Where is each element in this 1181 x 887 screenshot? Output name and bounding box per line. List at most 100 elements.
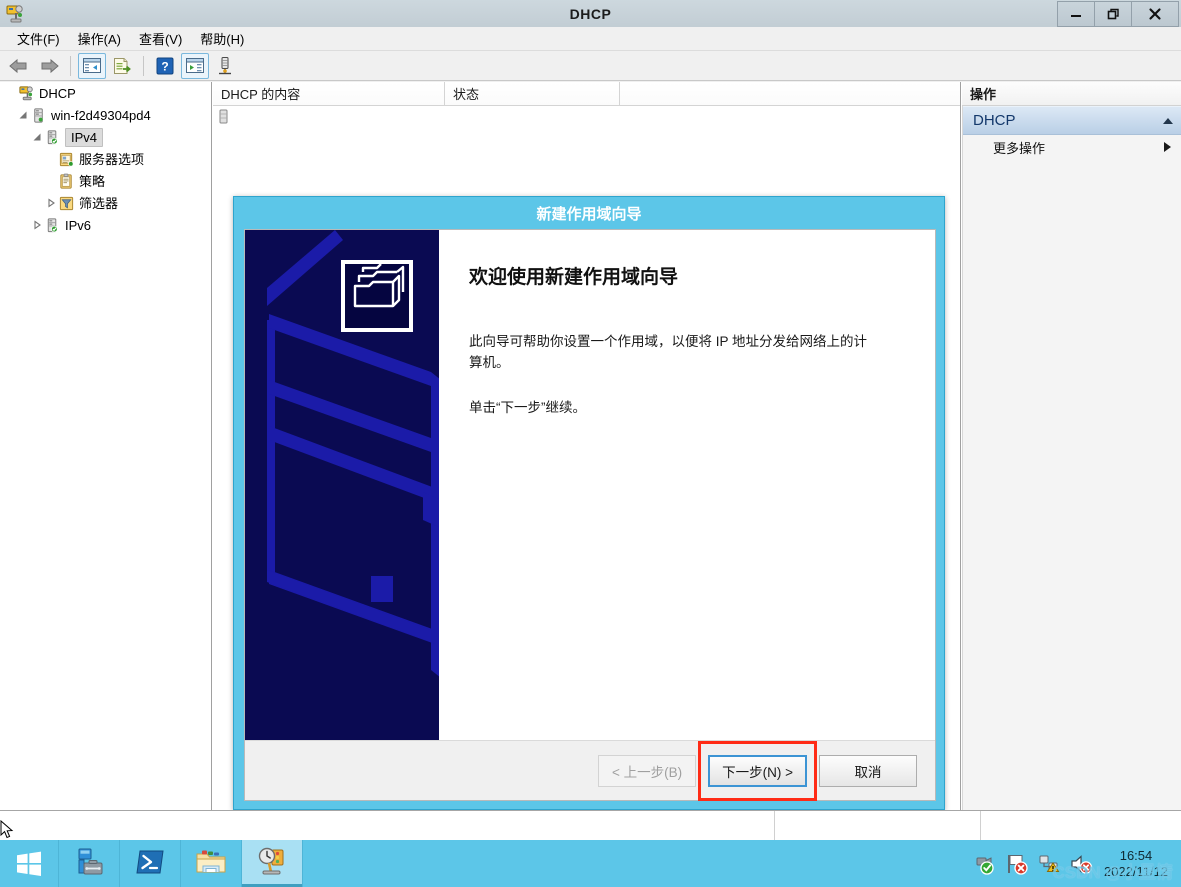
taskbar-clock[interactable]: 16:54 2022/11/12 (1097, 848, 1175, 880)
tree-node-label: DHCP (39, 85, 76, 101)
close-button[interactable] (1131, 1, 1179, 27)
server-options-icon (58, 151, 75, 168)
menu-bar: 文件(F) 操作(A) 查看(V) 帮助(H) (0, 27, 1181, 51)
toolbar: ? (0, 51, 1181, 81)
svg-text:?: ? (161, 59, 168, 73)
caret-right-icon (1164, 142, 1171, 152)
tree-node-server-options[interactable]: 服务器选项 (0, 148, 211, 170)
tree-arrow-expanded[interactable] (16, 108, 30, 122)
window-title: DHCP (569, 5, 612, 22)
caret-up-icon[interactable] (1163, 117, 1173, 124)
column-header-status[interactable]: 状态 (445, 82, 620, 105)
tree-arrow-expanded[interactable] (30, 130, 44, 144)
toolbar-separator-2 (143, 55, 144, 76)
taskbar-server-manager[interactable] (59, 840, 120, 887)
network-ok-icon[interactable] (972, 851, 998, 877)
tree-arrow-collapsed[interactable] (44, 196, 58, 210)
list-column-header: DHCP 的内容 状态 (213, 82, 960, 106)
network-warning-icon[interactable] (1036, 851, 1062, 877)
actions-group-dhcp[interactable]: DHCP (963, 106, 1181, 135)
dhcp-taskbar-icon (255, 846, 289, 881)
status-pane-two (775, 811, 981, 840)
tree-node-label: 筛选器 (79, 195, 119, 211)
back-button[interactable]: < 上一步(B) (598, 754, 697, 787)
menu-file[interactable]: 文件(F) (8, 27, 69, 50)
tree-node-ipv6[interactable]: IPv6 (0, 214, 211, 236)
dialog-footer: < 上一步(B) 下一步(N) > 取消 (245, 740, 935, 801)
list-row-partial-icon (217, 109, 231, 125)
dialog-body: 欢迎使用新建作用域向导 此向导可帮助你设置一个作用域，以便将 IP 地址分发给网… (244, 229, 936, 801)
maximize-button[interactable] (1094, 1, 1132, 27)
server-manager-icon (73, 846, 105, 881)
taskbar-file-explorer[interactable] (181, 840, 242, 887)
show-tree-icon[interactable] (78, 52, 106, 79)
dialog-heading: 欢迎使用新建作用域向导 (469, 267, 679, 288)
flag-alert-icon[interactable] (1004, 851, 1030, 877)
status-bar (0, 810, 1181, 840)
export-list-icon[interactable] (108, 53, 136, 79)
actions-pane-title: 操作 (962, 82, 1181, 106)
cancel-button[interactable]: 取消 (819, 754, 917, 787)
tree-node-label: 服务器选项 (79, 151, 145, 167)
tree-arrow-collapsed[interactable] (30, 218, 44, 232)
action-item-label: 更多操作 (993, 140, 1046, 156)
title-bar: DHCP (0, 0, 1181, 28)
dialog-title: 新建作用域向导 (536, 205, 642, 223)
actions-group-label: DHCP (973, 112, 1016, 129)
column-header-blank[interactable] (620, 82, 960, 105)
clock-date: 2022/11/12 (1103, 863, 1169, 879)
next-button-highlight: 下一步(N) > (698, 740, 817, 801)
window-controls (1057, 1, 1179, 27)
dialog-text-area: 欢迎使用新建作用域向导 此向导可帮助你设置一个作用域，以便将 IP 地址分发给网… (439, 230, 935, 740)
tree-node-label: 策略 (79, 173, 106, 189)
dialog-paragraph-1: 此向导可帮助你设置一个作用域，以便将 IP 地址分发给网络上的计算机。 (469, 334, 868, 370)
column-header-contents[interactable]: DHCP 的内容 (213, 82, 445, 105)
tree-node-label: IPv4 (65, 127, 104, 147)
minimize-button[interactable] (1057, 1, 1095, 27)
tree-node-policy[interactable]: 策略 (0, 170, 211, 192)
windows-start-icon[interactable] (0, 840, 59, 887)
help-icon[interactable]: ? (151, 53, 179, 79)
tree-node-label: win-f2d49304pd4 (51, 107, 151, 123)
show-action-pane-icon[interactable] (181, 52, 209, 79)
policy-icon (58, 173, 75, 190)
menu-view[interactable]: 查看(V) (130, 27, 191, 50)
dhcp-root-icon (18, 85, 35, 102)
actions-pane: 操作 DHCP 更多操作 (962, 82, 1181, 811)
menu-action[interactable]: 操作(A) (69, 27, 130, 50)
forward-arrow-icon[interactable] (35, 53, 63, 79)
action-item-more-actions[interactable]: 更多操作 (963, 135, 1181, 159)
status-pane-main (0, 811, 775, 840)
dialog-paragraph-2: 单击“下一步”继续。 (469, 400, 586, 415)
ipv6-ok-icon (44, 217, 61, 234)
wizard-banner (245, 230, 439, 740)
refresh-server-icon[interactable] (211, 53, 239, 79)
tree-node-ipv4[interactable]: IPv4 (0, 126, 211, 148)
new-scope-wizard-dialog: 新建作用域向导 欢迎使用新建作用域向导 此向导可帮助你设置一个作用域，以便将 I… (233, 196, 945, 810)
actions-pane-body: DHCP 更多操作 (962, 106, 1181, 811)
taskbar: 16:54 2022/11/12 CSDN @小星情 (0, 840, 1181, 887)
tree-node-label: IPv6 (65, 217, 92, 233)
main-content: DHCP win-f2d49304pd4 IPv4 服务器选项 策略 筛选器 I… (0, 82, 1181, 811)
back-arrow-icon[interactable] (5, 53, 33, 79)
system-tray: 16:54 2022/11/12 (969, 840, 1181, 887)
volume-muted-icon[interactable] (1068, 851, 1094, 877)
taskbar-powershell[interactable] (120, 840, 181, 887)
clock-time: 16:54 (1119, 847, 1153, 863)
server-icon (30, 107, 47, 124)
tree-node-dhcp[interactable]: DHCP (0, 82, 211, 104)
file-explorer-icon (194, 847, 228, 880)
next-button[interactable]: 下一步(N) > (708, 754, 807, 787)
folders-banner-icon (245, 230, 439, 740)
filter-icon (58, 195, 75, 212)
dhcp-console-window: DHCP 文件(F) 操作(A) 查看(V) 帮助(H) ? DHCP win-… (0, 0, 1181, 887)
menu-help[interactable]: 帮助(H) (191, 27, 253, 50)
powershell-icon (134, 846, 166, 881)
tree-node-filters[interactable]: 筛选器 (0, 192, 211, 214)
tree-node-server[interactable]: win-f2d49304pd4 (0, 104, 211, 126)
status-pane-three (981, 811, 1181, 840)
dialog-main: 欢迎使用新建作用域向导 此向导可帮助你设置一个作用域，以便将 IP 地址分发给网… (245, 230, 935, 740)
ipv4-ok-icon (44, 129, 61, 146)
toolbar-separator-1 (70, 55, 71, 76)
taskbar-dhcp[interactable] (242, 840, 303, 887)
